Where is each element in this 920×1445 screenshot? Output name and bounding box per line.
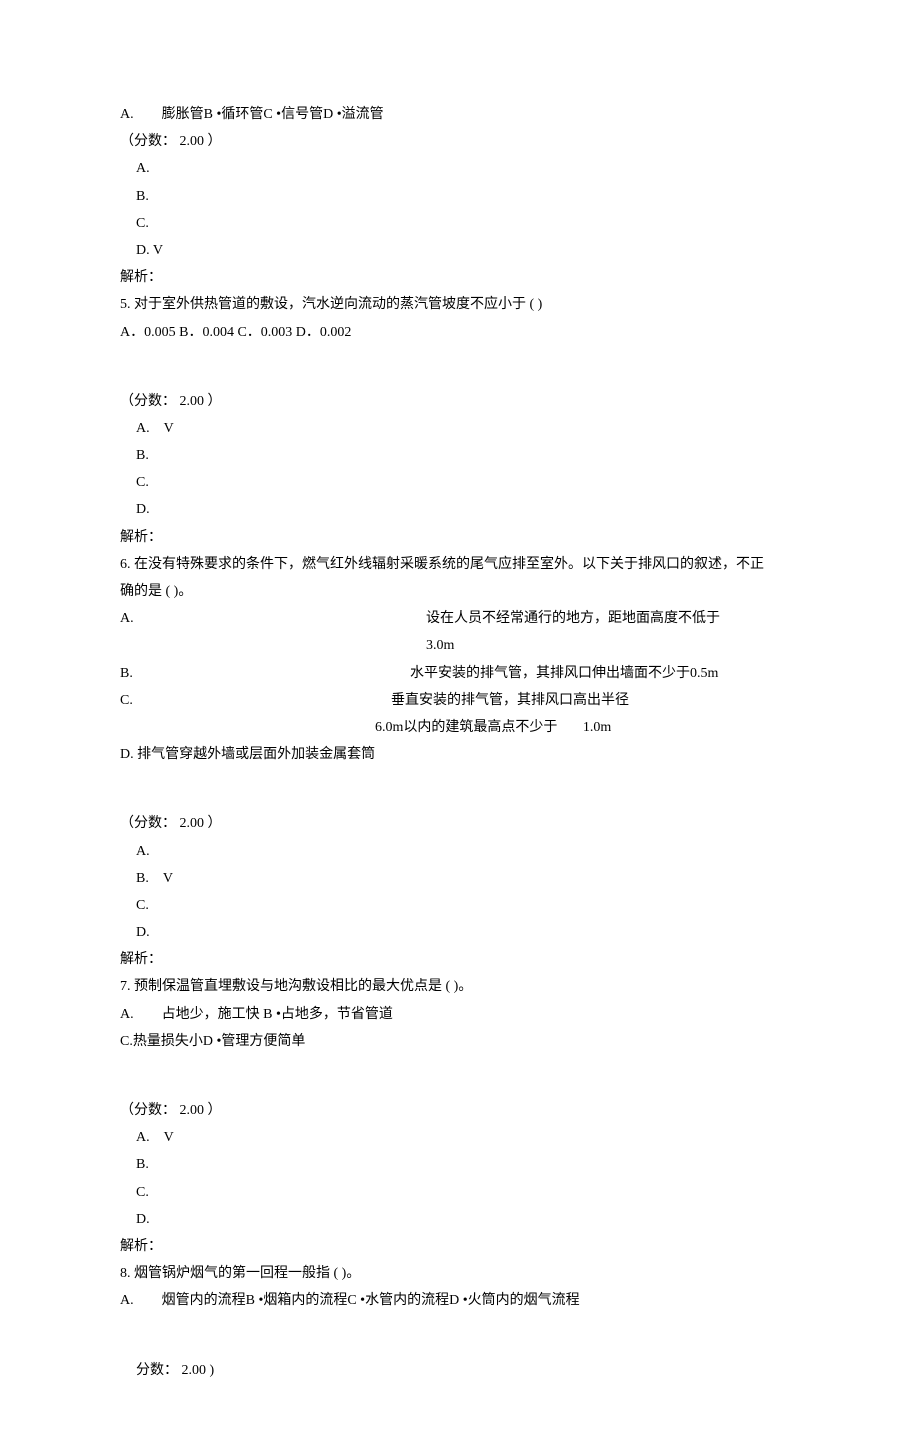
q7-ans-c: C. (120, 1180, 800, 1205)
q4-score: （分数： 2.00 ） (120, 129, 800, 154)
q6-stem-1: 6. 在没有特殊要求的条件下，燃气红外线辐射采暖系统的尾气应排至室外。以下关于排… (120, 552, 800, 577)
q6-opt-c-label: C. (120, 688, 391, 713)
q6-opt-a-row: A. 设在人员不经常通行的地方，距地面高度不低于 (120, 606, 800, 631)
q6-opt-a-cont: 3.0m (120, 633, 800, 658)
q7-ans-d: D. (120, 1207, 800, 1232)
q6-ans-a: A. (120, 839, 800, 864)
q6-ans-b: B. V (120, 866, 800, 891)
q5-analysis: 解析： (120, 525, 800, 550)
q6-opt-c-cont-left: 6.0m以内的建筑最高点不少于 (375, 720, 557, 735)
q5-opt-d: D. (120, 497, 800, 522)
q6-opt-a-label: A. (120, 606, 426, 631)
q7-stem: 7. 预制保温管直埋敷设与地沟敷设相比的最大优点是 ( )。 (120, 974, 800, 999)
q6-opt-c-cont: 6.0m以内的建筑最高点不少于 1.0m (120, 715, 800, 740)
q7-score: （分数： 2.00 ） (120, 1098, 800, 1123)
q6-analysis: 解析： (120, 947, 800, 972)
q4-opt-a: A. (120, 156, 800, 181)
q6-opt-d: D. 排气管穿越外墙或层面外加装金属套筒 (120, 742, 800, 767)
q5-opt-a: A. V (120, 416, 800, 441)
q6-ans-c: C. (120, 893, 800, 918)
q5-stem: 5. 对于室外供热管道的敷设，汽水逆向流动的蒸汽管坡度不应小于 ( ) (120, 292, 800, 317)
q6-opt-c-text: 垂直安装的排气管，其排风口高出半径 (391, 688, 629, 713)
q6-stem-2: 确的是 ( )。 (120, 579, 800, 604)
q4-opt-c: C. (120, 211, 800, 236)
q4-analysis: 解析： (120, 265, 800, 290)
q8-stem: 8. 烟管锅炉烟气的第一回程一般指 ( )。 (120, 1261, 800, 1286)
q6-opt-b-label: B. (120, 661, 410, 686)
q5-options-line: A．0.005 B．0.004 C．0.003 D．0.002 (120, 320, 800, 345)
q8-score: 分数： 2.00 ) (120, 1358, 800, 1383)
q8-opts: A. 烟管内的流程B •烟箱内的流程C •水管内的流程D •火筒内的烟气流程 (120, 1288, 800, 1313)
q4-opt-b: B. (120, 184, 800, 209)
q4-options-line: A. 膨胀管B •循环管C •信号管D •溢流管 (120, 102, 800, 127)
q7-ans-b: B. (120, 1152, 800, 1177)
q6-opt-a-text: 设在人员不经常通行的地方，距地面高度不低于 (426, 606, 720, 631)
q6-opt-c-cont-right: 1.0m (583, 720, 611, 735)
q5-opt-c: C. (120, 470, 800, 495)
q6-opt-c-row: C. 垂直安装的排气管，其排风口高出半径 (120, 688, 800, 713)
q7-opts-2: C.热量损失小D •管理方便简单 (120, 1029, 800, 1054)
q5-score: （分数： 2.00 ） (120, 389, 800, 414)
q7-ans-a: A. V (120, 1125, 800, 1150)
q4-opt-d: D. V (120, 238, 800, 263)
q5-opt-b: B. (120, 443, 800, 468)
q7-analysis: 解析： (120, 1234, 800, 1259)
q6-opt-b-row: B. 水平安装的排气管，其排风口伸出墙面不少于0.5m (120, 661, 800, 686)
q6-opt-b-text: 水平安装的排气管，其排风口伸出墙面不少于0.5m (410, 661, 718, 686)
q7-opts-1: A. 占地少，施工快 B •占地多，节省管道 (120, 1002, 800, 1027)
q6-ans-d: D. (120, 920, 800, 945)
q6-score: （分数： 2.00 ） (120, 811, 800, 836)
